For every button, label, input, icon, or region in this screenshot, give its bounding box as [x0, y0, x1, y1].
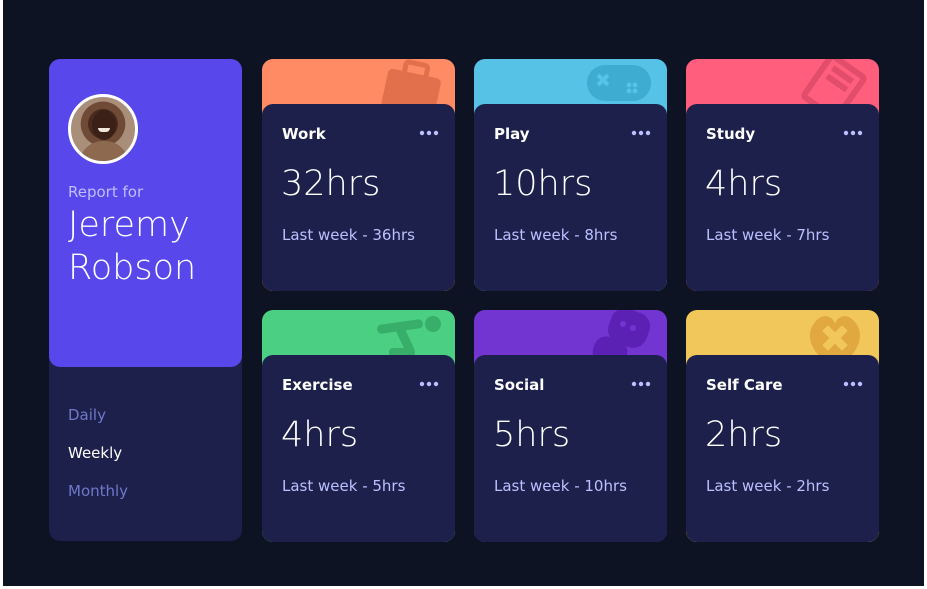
report-for-label: Report for	[68, 183, 144, 201]
card-self-care-title: Self Care	[706, 376, 783, 394]
more-options-icon[interactable]	[631, 129, 651, 137]
card-play-previous: Last week - 8hrs	[494, 226, 618, 244]
card-exercise-hours: 4hrs	[281, 415, 359, 455]
profile-card: Report for Jeremy Robson Daily Weekly Mo…	[49, 59, 242, 541]
card-self-care-hours: 2hrs	[705, 415, 783, 455]
card-social-body: Social 5hrs Last week - 10hrs	[474, 355, 667, 542]
card-play-title: Play	[494, 125, 530, 143]
card-self-care: Self Care 2hrs Last week - 2hrs	[686, 310, 879, 542]
avatar	[68, 94, 138, 164]
card-play-hours: 10hrs	[493, 164, 593, 204]
card-social-hours: 5hrs	[493, 415, 571, 455]
timeframe-monthly[interactable]: Monthly	[68, 482, 128, 500]
card-work-title: Work	[282, 125, 326, 143]
card-self-care-previous: Last week - 2hrs	[706, 477, 830, 495]
timeframe-weekly[interactable]: Weekly	[68, 444, 122, 462]
card-work-hours: 32hrs	[281, 164, 381, 204]
more-options-icon[interactable]	[843, 129, 863, 137]
card-study-title: Study	[706, 125, 756, 143]
card-exercise-title: Exercise	[282, 376, 353, 394]
card-social-title: Social	[494, 376, 545, 394]
card-work-previous: Last week - 36hrs	[282, 226, 415, 244]
card-self-care-body: Self Care 2hrs Last week - 2hrs	[686, 355, 879, 542]
profile-header: Report for Jeremy Robson	[49, 59, 242, 367]
dashboard: Report for Jeremy Robson Daily Weekly Mo…	[3, 0, 924, 586]
user-first-name: Jeremy	[68, 205, 190, 245]
user-name: Jeremy Robson	[68, 204, 238, 290]
timeframe-daily[interactable]: Daily	[68, 406, 106, 424]
card-study: Study 4hrs Last week - 7hrs	[686, 59, 879, 291]
card-play-body: Play 10hrs Last week - 8hrs	[474, 104, 667, 291]
user-last-name: Robson	[68, 248, 197, 288]
card-study-hours: 4hrs	[705, 164, 783, 204]
card-exercise: Exercise 4hrs Last week - 5hrs	[262, 310, 455, 542]
card-play: Play 10hrs Last week - 8hrs	[474, 59, 667, 291]
card-study-body: Study 4hrs Last week - 7hrs	[686, 104, 879, 291]
more-options-icon[interactable]	[419, 380, 439, 388]
more-options-icon[interactable]	[419, 129, 439, 137]
more-options-icon[interactable]	[631, 380, 651, 388]
card-exercise-previous: Last week - 5hrs	[282, 477, 406, 495]
card-exercise-body: Exercise 4hrs Last week - 5hrs	[262, 355, 455, 542]
card-work-body: Work 32hrs Last week - 36hrs	[262, 104, 455, 291]
card-work: Work 32hrs Last week - 36hrs	[262, 59, 455, 291]
card-social-previous: Last week - 10hrs	[494, 477, 627, 495]
card-study-previous: Last week - 7hrs	[706, 226, 830, 244]
card-social: Social 5hrs Last week - 10hrs	[474, 310, 667, 542]
more-options-icon[interactable]	[843, 380, 863, 388]
